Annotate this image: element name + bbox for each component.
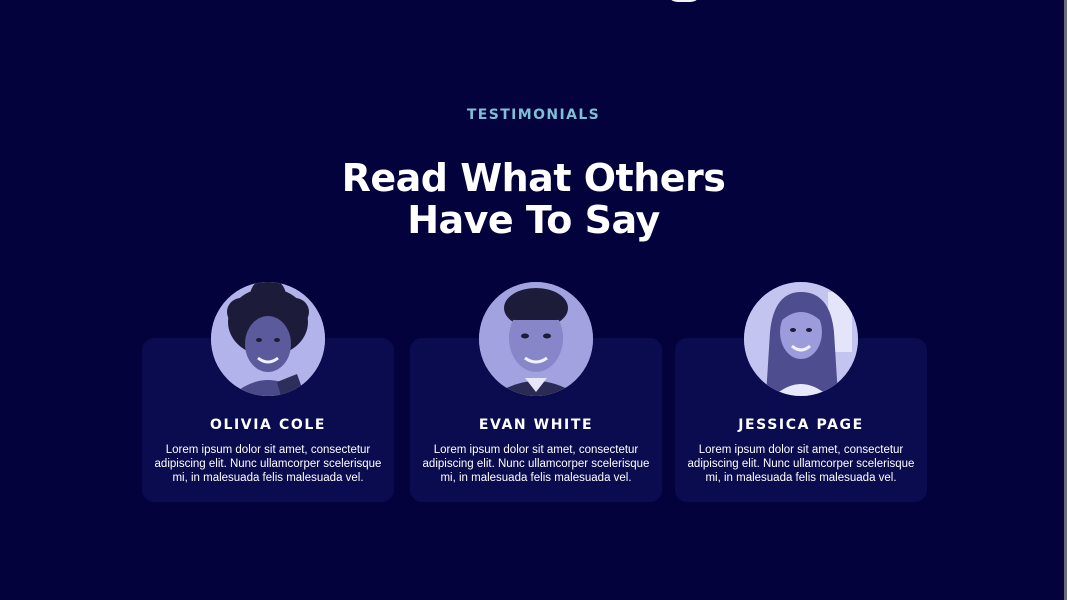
- headline-line-1: Read What Others: [341, 156, 726, 200]
- testimonial-quote: Lorem ipsum dolor sit amet, consectetur …: [422, 444, 650, 484]
- avatar-photo-icon: [479, 282, 593, 396]
- headline-line-2: Have To Say: [407, 198, 660, 242]
- avatar-evan-white: [479, 282, 593, 396]
- avatar-photo-icon: [211, 282, 325, 396]
- avatar-olivia-cole: [211, 282, 325, 396]
- testimonial-quote: Lorem ipsum dolor sit amet, consectetur …: [154, 444, 382, 484]
- avatar-jessica-page: [744, 282, 858, 396]
- testimonial-name: JESSICA PAGE: [738, 417, 864, 433]
- testimonial-quote: Lorem ipsum dolor sit amet, consectetur …: [687, 444, 915, 484]
- testimonial-name: EVAN WHITE: [478, 417, 594, 433]
- testimonial-name: OLIVIA COLE: [209, 417, 327, 433]
- section-eyebrow: TESTIMONIALS: [466, 107, 601, 123]
- section-headline: Read What Others Have To Say: [0, 157, 1067, 241]
- partial-circle-decoration: [666, 0, 702, 2]
- avatar-photo-icon: [744, 282, 858, 396]
